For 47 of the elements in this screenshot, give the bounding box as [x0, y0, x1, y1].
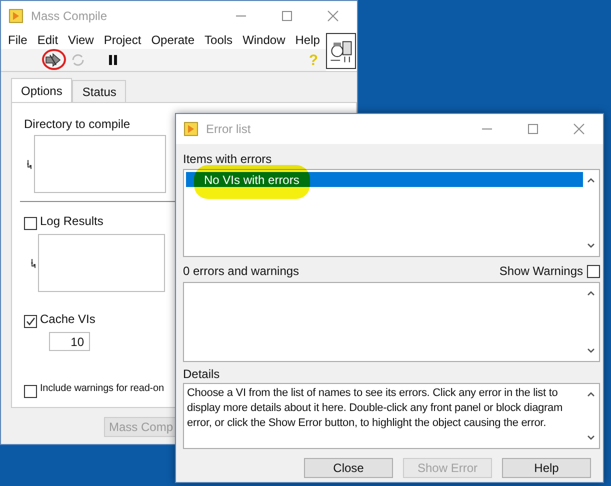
scroll-down-icon[interactable]	[587, 348, 595, 354]
checkbox[interactable]	[24, 315, 37, 328]
checkbox-label: Log Results	[40, 214, 104, 228]
scroll-down-icon[interactable]	[587, 435, 595, 441]
checkbox-label: Show Warnings	[499, 264, 583, 278]
checkbox-label: Include warnings for read-on	[40, 383, 164, 394]
menu-item[interactable]: Help	[290, 33, 325, 47]
path-icon	[27, 160, 32, 168]
path-icon	[31, 258, 36, 268]
tab[interactable]: Status	[72, 80, 126, 102]
pause-icon[interactable]	[107, 54, 119, 66]
menu-item[interactable]: File	[3, 33, 32, 47]
path-field[interactable]	[34, 135, 166, 193]
maximize-icon[interactable]	[527, 123, 539, 135]
checkbox-label: Cache VIs	[40, 312, 96, 326]
annotation-circle	[42, 49, 66, 70]
menu-item[interactable]: Project	[98, 33, 146, 47]
field-label: Directory to compile	[24, 117, 130, 131]
window-title: Error list	[206, 122, 252, 136]
details-label: Details	[183, 367, 221, 381]
window-title: Mass Compile	[31, 9, 108, 23]
app-icon	[184, 122, 198, 136]
scroll-up-icon[interactable]	[587, 391, 595, 397]
tab[interactable]: Options	[11, 78, 72, 102]
menu-item[interactable]: Window	[238, 33, 290, 47]
menu-item[interactable]: Tools	[200, 33, 238, 47]
menu-item[interactable]: Edit	[32, 33, 64, 47]
checkbox[interactable]	[24, 385, 37, 398]
scroll-down-icon[interactable]	[587, 243, 595, 249]
app-icon	[9, 9, 23, 23]
path-field[interactable]	[38, 234, 165, 292]
close-icon[interactable]	[573, 123, 585, 135]
checkbox[interactable]	[587, 264, 600, 278]
checkbox[interactable]	[24, 217, 37, 230]
dialog-button[interactable]: Close	[304, 458, 393, 478]
details-text: Choose a VI from the list of names to see its errors. Click any error in the list to display more details about it here. Double-click any front panel or block diagram error, or click the Show Error button, to highlight the object causing the error.	[186, 386, 564, 431]
list-label: Items with errors	[183, 152, 273, 166]
close-icon[interactable]	[327, 10, 339, 22]
scroll-up-icon[interactable]	[587, 290, 595, 296]
menu-item[interactable]: View	[63, 33, 99, 47]
scroll-up-icon[interactable]	[587, 177, 595, 183]
dialog-button[interactable]: Help	[502, 458, 591, 478]
count-label: 0 errors and warnings	[183, 264, 300, 278]
menu-item[interactable]: Operate	[146, 33, 200, 47]
run-arrow-icon[interactable]	[45, 53, 61, 67]
numeric-field[interactable]: 10	[49, 332, 90, 351]
maximize-icon[interactable]	[281, 10, 293, 22]
